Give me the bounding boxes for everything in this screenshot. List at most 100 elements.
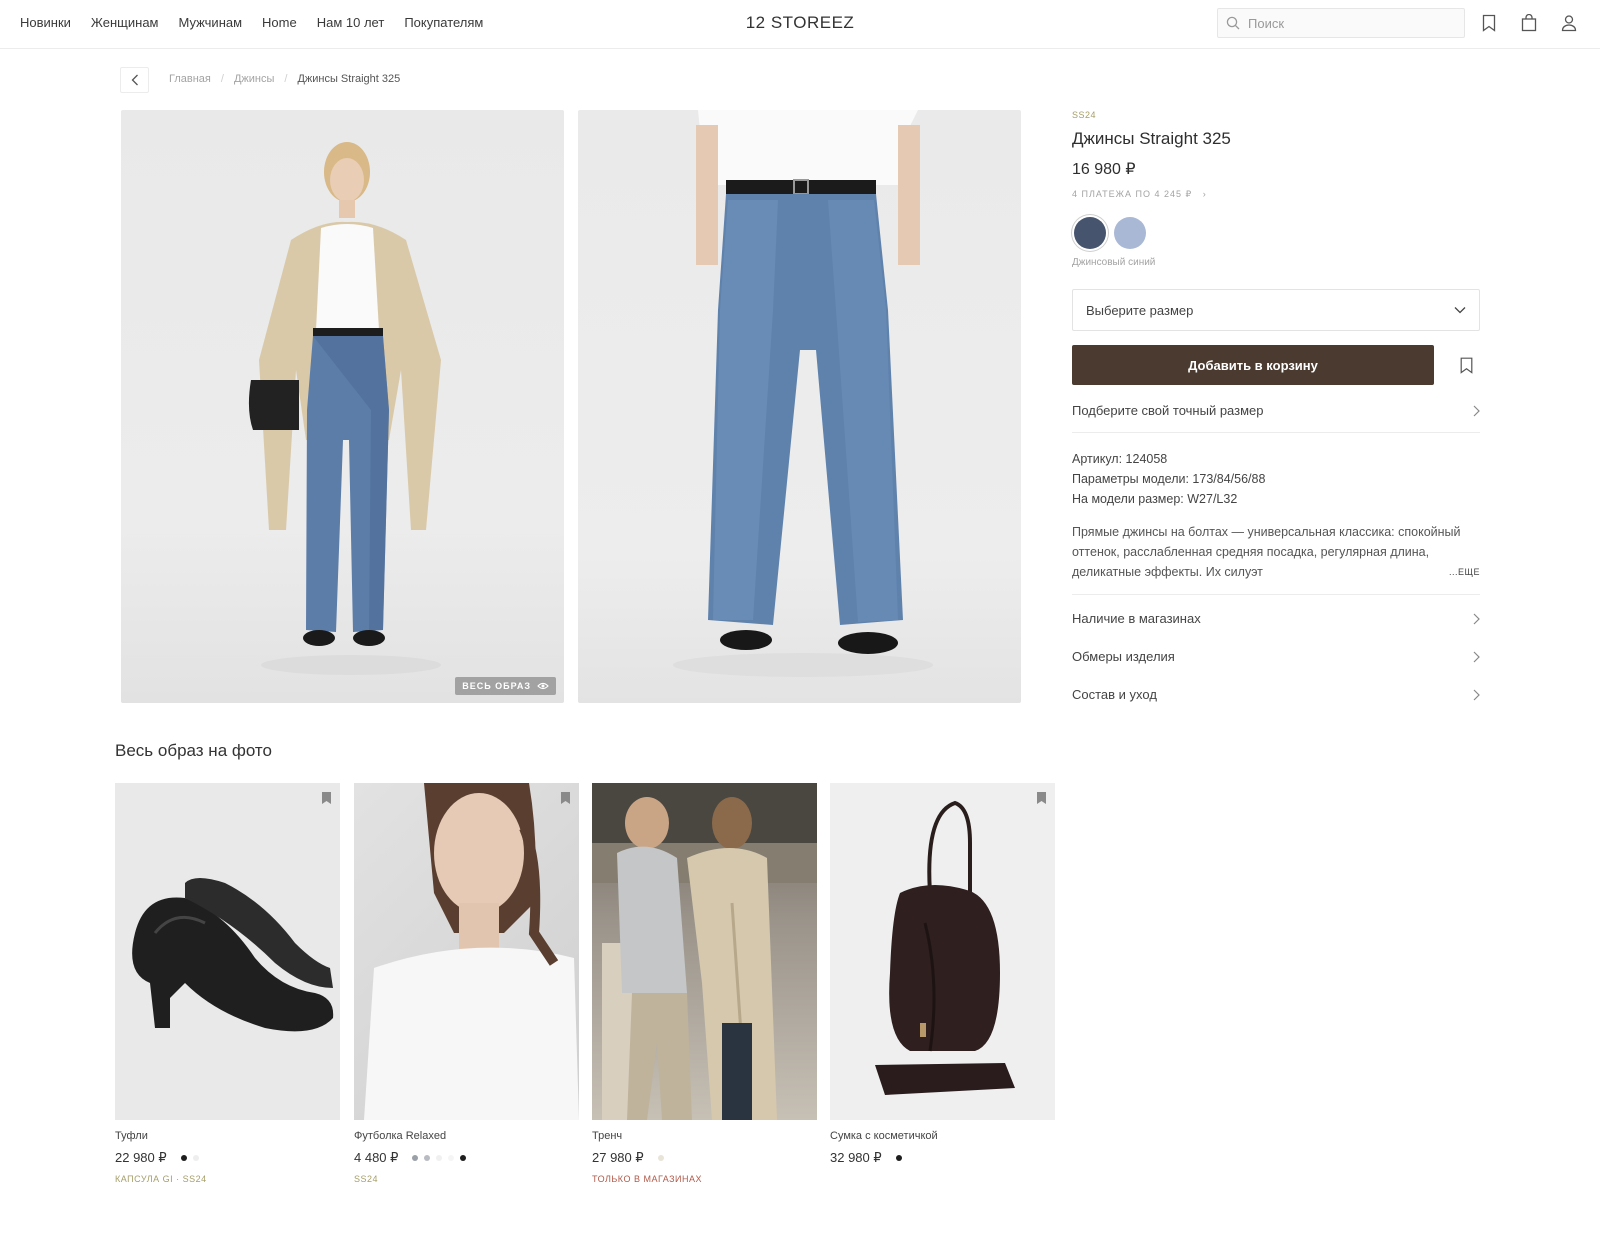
read-more-link[interactable]: ...ЕЩЕ — [1445, 562, 1480, 582]
search-box[interactable] — [1217, 8, 1465, 38]
account-button[interactable] — [1558, 12, 1580, 34]
product-price: 16 980 ₽ — [1072, 161, 1136, 178]
full-look-label: ВЕСЬ ОБРАЗ — [462, 681, 531, 691]
trench-couple-illustration — [592, 783, 817, 1120]
look-card-name: Футболка Relaxed — [354, 1130, 447, 1142]
chevron-left-icon — [131, 74, 138, 86]
breadcrumb: Главная / Джинсы / Джинсы Straight 325 — [169, 73, 400, 85]
breadcrumb-home[interactable]: Главная — [169, 73, 211, 85]
accordion-composition-care[interactable]: Состав и уход — [1072, 687, 1480, 702]
article-number: Артикул: 124058 — [1072, 452, 1168, 466]
nav-item-customers[interactable]: Покупателям — [404, 15, 483, 30]
look-card-name: Туфли — [115, 1130, 148, 1142]
look-card-image[interactable] — [115, 783, 340, 1120]
look-card-name: Сумка с косметичкой — [830, 1130, 938, 1142]
look-card-trench[interactable]: Тренч 27 980 ₽ ТОЛЬКО В МАГАЗИНАХ — [592, 783, 817, 1184]
color-dot[interactable] — [424, 1155, 431, 1161]
eye-icon — [537, 682, 549, 690]
shopping-bag-icon — [1521, 14, 1537, 32]
nav-item-home[interactable]: Home — [262, 15, 297, 30]
add-to-cart-button[interactable]: Добавить в корзину — [1072, 345, 1434, 385]
chevron-right-icon: › — [1195, 189, 1207, 199]
chevron-right-icon — [1473, 689, 1480, 700]
bookmark-icon[interactable] — [322, 792, 331, 804]
product-info: SS24 Джинсы Straight 325 16 980 ₽ 4 ПЛАТ… — [1072, 110, 1482, 702]
color-swatch-light-blue[interactable] — [1114, 217, 1146, 249]
look-card-tshirt[interactable]: Футболка Relaxed 4 480 ₽ SS24 — [354, 783, 579, 1184]
look-card-image[interactable] — [592, 783, 817, 1120]
product-description: Прямые джинсы на болтах — универсальная … — [1072, 522, 1480, 582]
season-label: SS24 — [1072, 110, 1097, 120]
color-dot[interactable] — [192, 1155, 199, 1161]
search-icon — [1226, 16, 1240, 30]
bag-illustration — [875, 800, 1015, 1095]
model-full-look-illustration — [248, 142, 441, 675]
look-card-name: Тренч — [592, 1130, 623, 1142]
look-card-price: 27 980 ₽ — [592, 1150, 644, 1165]
product-photo-full-look[interactable]: ВЕСЬ ОБРАЗ — [121, 110, 564, 703]
chevron-right-icon — [1473, 613, 1480, 624]
accordion-label: Состав и уход — [1072, 687, 1157, 702]
accordion-label: Наличие в магазинах — [1072, 611, 1201, 626]
look-card-image[interactable] — [354, 783, 579, 1120]
back-button[interactable] — [120, 67, 149, 93]
look-card-bag[interactable]: Сумка с косметичкой 32 980 ₽ — [830, 783, 1055, 1166]
nav-item-men[interactable]: Мужчинам — [178, 15, 242, 30]
cart-row: Добавить в корзину — [1072, 345, 1482, 385]
look-card-shoes[interactable]: Туфли 22 980 ₽ КАПСУЛА GI · SS24 — [115, 783, 340, 1184]
user-icon — [1561, 15, 1577, 32]
model-params: Параметры модели: 173/84/56/88 — [1072, 472, 1266, 486]
tshirt-model-illustration — [364, 783, 579, 1120]
product-photo-closeup[interactable] — [578, 110, 1021, 703]
color-dot[interactable] — [436, 1155, 443, 1161]
model-size: На модели размер: W27/L32 — [1072, 492, 1238, 506]
color-swatch-denim-blue[interactable] — [1074, 217, 1106, 249]
site-header: Новинки Женщинам Мужчинам Home Нам 10 ле… — [0, 0, 1600, 49]
look-section-title: Весь образ на фото — [115, 741, 272, 760]
breadcrumb-separator: / — [284, 73, 288, 85]
add-to-favorites-button[interactable] — [1457, 354, 1475, 376]
accordion-store-availability[interactable]: Наличие в магазинах — [1072, 611, 1480, 626]
jeans-closeup-illustration — [673, 110, 933, 677]
color-dot[interactable] — [895, 1155, 902, 1161]
look-card-price-row: 27 980 ₽ — [592, 1150, 817, 1166]
look-card-tag: SS24 — [354, 1174, 379, 1184]
color-dot[interactable] — [180, 1155, 187, 1161]
installment-text: 4 ПЛАТЕЖА ПО 4 245 ₽ — [1072, 189, 1193, 199]
size-select[interactable]: Выберите размер — [1072, 289, 1480, 331]
cart-button[interactable] — [1518, 12, 1540, 34]
accordion-measurements[interactable]: Обмеры изделия — [1072, 649, 1480, 664]
full-look-badge[interactable]: ВЕСЬ ОБРАЗ — [455, 677, 556, 695]
look-card-price: 32 980 ₽ — [830, 1150, 882, 1165]
bookmark-icon[interactable] — [561, 792, 570, 804]
look-card-image[interactable] — [830, 783, 1055, 1120]
chevron-right-icon — [1473, 651, 1480, 662]
nav-item-women[interactable]: Женщинам — [91, 15, 159, 30]
color-swatches — [1072, 217, 1482, 249]
installment-link[interactable]: 4 ПЛАТЕЖА ПО 4 245 ₽ › — [1072, 189, 1482, 200]
look-card-price-row: 22 980 ₽ — [115, 1150, 340, 1166]
search-input[interactable] — [1248, 15, 1448, 31]
breadcrumb-category[interactable]: Джинсы — [234, 73, 274, 85]
chevron-right-icon — [1473, 405, 1480, 416]
look-card-price: 4 480 ₽ — [354, 1150, 399, 1165]
look-card-price-row: 32 980 ₽ — [830, 1150, 1055, 1166]
logo[interactable]: 12 STOREEZ — [746, 13, 855, 32]
bookmark-icon[interactable] — [1037, 792, 1046, 804]
color-dot[interactable] — [657, 1155, 664, 1161]
color-dot[interactable] — [448, 1155, 455, 1161]
chevron-down-icon — [1454, 307, 1466, 314]
nav-item-new[interactable]: Новинки — [20, 15, 71, 30]
product-title: Джинсы Straight 325 — [1072, 129, 1231, 148]
favorites-button[interactable] — [1478, 12, 1500, 34]
breadcrumb-current: Джинсы Straight 325 — [297, 73, 401, 85]
size-select-placeholder: Выберите размер — [1086, 302, 1194, 318]
bookmark-icon — [1482, 14, 1496, 32]
look-card-tag: КАПСУЛА GI · SS24 — [115, 1174, 207, 1184]
color-dot[interactable] — [412, 1155, 419, 1161]
size-finder-link[interactable]: Подберите свой точный размер — [1072, 403, 1480, 433]
nav-item-anniversary[interactable]: Нам 10 лет — [317, 15, 385, 30]
main-nav: Новинки Женщинам Мужчинам Home Нам 10 ле… — [20, 15, 483, 30]
color-dot[interactable] — [460, 1155, 467, 1161]
look-card-price-row: 4 480 ₽ — [354, 1150, 579, 1166]
